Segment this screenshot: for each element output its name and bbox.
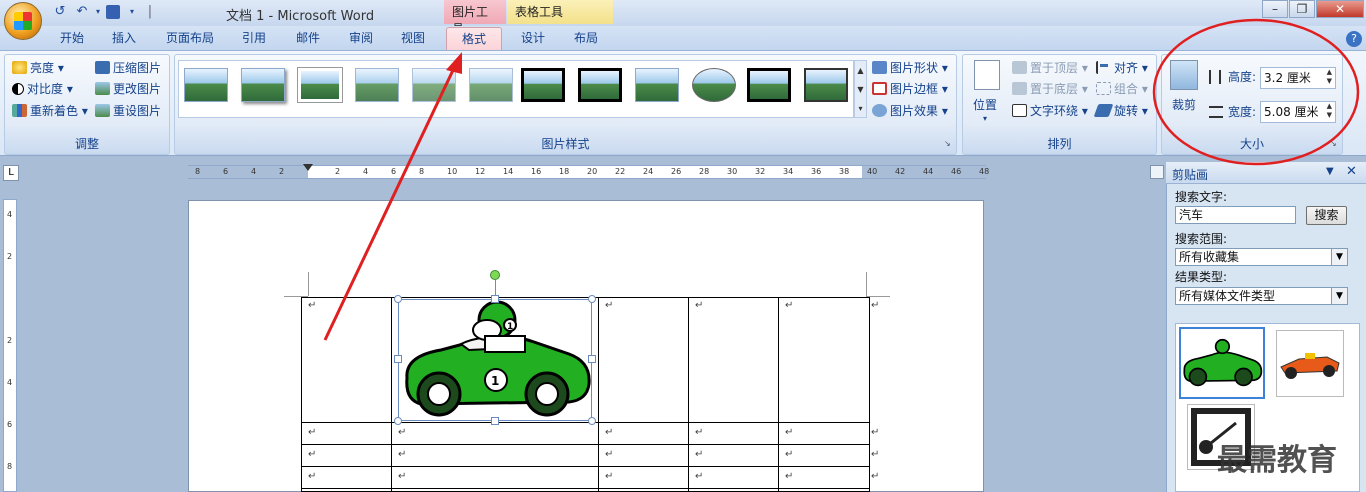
ruler-tick-label: 32 [755,167,766,176]
ruler-tick-label: 4 [251,167,257,176]
ruler-tick-label: 40 [867,167,878,176]
ruler-tick-label: 30 [727,167,738,176]
ruler-tick-label: 46 [951,167,962,176]
ruler-tick-label: 2 [335,167,341,176]
ruler-tick-label: 4 [363,167,369,176]
ruler-tick-label: 12 [475,167,486,176]
ruler-tick-label: 22 [615,167,626,176]
ruler-tick-label: 38 [839,167,850,176]
office-button[interactable] [4,2,42,40]
office-logo-icon [14,12,32,30]
ruler-tick-label: 48 [979,167,990,176]
ruler-tick-label: 26 [671,167,682,176]
ruler-tick-label: 16 [531,167,542,176]
ruler-tick-label: 18 [559,167,570,176]
ruler-tick-label: 14 [503,167,514,176]
ruler-tick-label: 6 [223,167,229,176]
ruler-tick-label: 8 [195,167,201,176]
ruler-tick-label: 44 [923,167,934,176]
ruler-tick-label: 34 [783,167,794,176]
ruler-tick-label: 24 [643,167,654,176]
ruler-tick-label: 20 [587,167,598,176]
annotation-arrow [323,65,457,341]
annotation-arrowhead [446,52,462,74]
annotation-overlay [323,18,1360,341]
ruler-tick-label: 10 [447,167,458,176]
ruler-tick-label: 36 [811,167,822,176]
ruler-tick-label: 42 [895,167,906,176]
ruler-tick-label: 28 [699,167,710,176]
ruler-tick-label: 6 [391,167,397,176]
ruler-tick-label: 8 [419,167,425,176]
annotation-circle [1152,18,1360,166]
ruler-tick-label: 2 [279,167,285,176]
